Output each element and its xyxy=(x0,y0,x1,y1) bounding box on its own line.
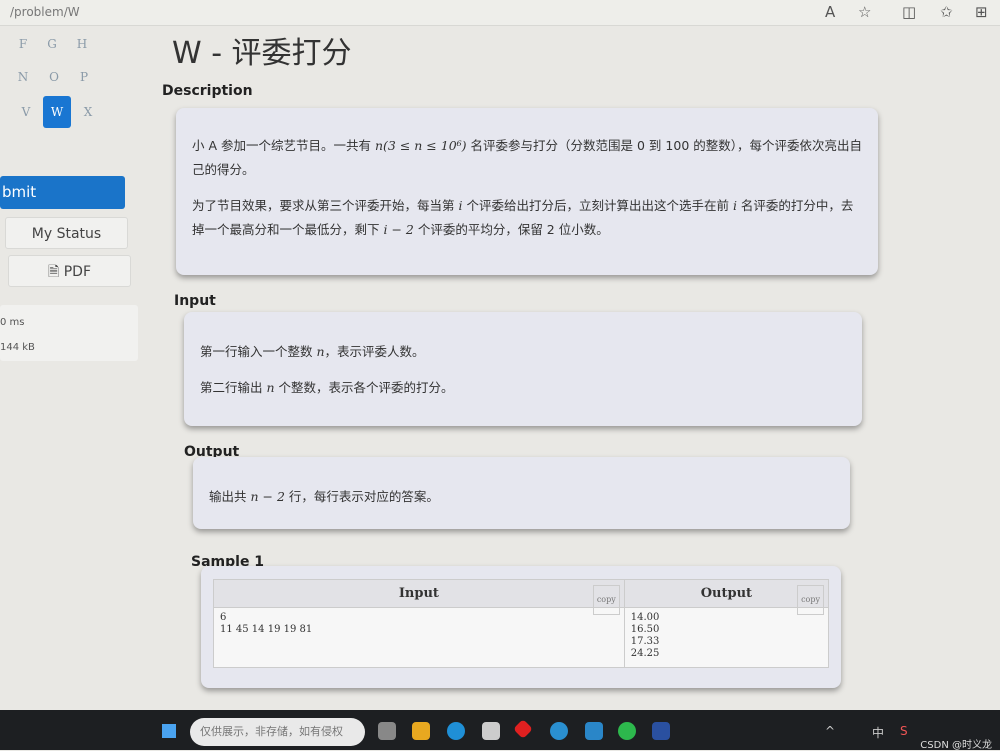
app-icon[interactable] xyxy=(378,722,396,740)
problem-link-w[interactable]: W xyxy=(43,96,71,128)
favorite-icon[interactable]: ☆ xyxy=(858,3,871,21)
problem-link-x[interactable]: X xyxy=(74,96,102,128)
taskbar-search[interactable]: 仅供展示，非存储，如有侵权 xyxy=(190,718,365,746)
store-icon[interactable] xyxy=(482,722,500,740)
pdf-label: PDF xyxy=(63,264,91,280)
watermark: CSDN @时义龙 xyxy=(920,740,992,751)
limits-panel: 0 ms 144 kB xyxy=(0,305,138,361)
app-icon[interactable] xyxy=(412,722,430,740)
memory-limit: 144 kB xyxy=(0,342,35,353)
description-paragraph-2: 为了节目效果，要求从第三个评委开始，每当第 i 个评委给出打分后，立刻计算出出这… xyxy=(192,198,854,237)
page-title: W - 评委打分 xyxy=(172,36,352,71)
sample-table: Input copy Output copy 6 11 45 14 19 19 81… xyxy=(213,579,830,668)
input-card: 第一行输入一个整数 n，表示评委人数。 第二行输出 n 个整数，表示各个评委的打… xyxy=(184,312,862,426)
edge-icon[interactable] xyxy=(447,722,465,740)
help-icon[interactable] xyxy=(550,722,568,740)
favorites-icon[interactable]: ✩ xyxy=(940,3,953,21)
copy-input-button[interactable]: copy xyxy=(592,585,620,615)
sogou-icon[interactable]: S xyxy=(900,724,908,738)
pdf-button[interactable]: 🗎 PDF xyxy=(8,255,131,287)
problem-link-g[interactable]: G xyxy=(38,28,66,60)
browser-toolbar: /problem/W A ☆ ◫ ✩ ⊞ xyxy=(0,0,1000,26)
wechat-icon[interactable] xyxy=(618,722,636,740)
sample-card: Input copy Output copy 6 11 45 14 19 19 81… xyxy=(201,566,841,688)
output-text: 输出共 n − 2 行，每行表示对应的答案。 xyxy=(209,489,439,504)
problem-link-h[interactable]: H xyxy=(68,28,96,60)
read-aloud-icon[interactable]: A xyxy=(825,3,835,21)
split-screen-icon[interactable]: ◫ xyxy=(902,3,916,21)
sample-input-header: Input copy xyxy=(213,579,625,615)
taskbar: 仅供展示，非存储，如有侵权 ^ 中 S CSDN @时义龙 xyxy=(0,710,1000,751)
problem-link-n[interactable]: N xyxy=(9,61,37,93)
app-icon[interactable] xyxy=(585,722,603,740)
start-icon[interactable] xyxy=(162,724,176,738)
output-card: 输出共 n − 2 行，每行表示对应的答案。 xyxy=(193,457,850,529)
input-heading: Input xyxy=(174,293,216,309)
collections-icon[interactable]: ⊞ xyxy=(975,3,988,21)
sample-output: 14.00 16.50 17.33 24.25 xyxy=(623,607,830,668)
sample-output-header: Output copy xyxy=(623,579,830,615)
problem-link-o[interactable]: O xyxy=(40,61,68,93)
problem-link-v[interactable]: V xyxy=(12,96,40,128)
input-line-2: 第二行输出 n 个整数，表示各个评委的打分。 xyxy=(200,380,454,395)
description-card: 小 A 参加一个综艺节目。一共有 n(3 ≤ n ≤ 10⁶) 名评委参与打分（… xyxy=(176,108,878,275)
time-limit: 0 ms xyxy=(0,317,25,328)
ime-indicator[interactable]: 中 xyxy=(872,724,884,741)
description-paragraph-1: 小 A 参加一个综艺节目。一共有 n(3 ≤ n ≤ 10⁶) 名评委参与打分（… xyxy=(192,138,862,177)
tab-title: /problem/W xyxy=(10,5,80,19)
copy-output-button[interactable]: copy xyxy=(797,585,824,615)
problem-link-p[interactable]: P xyxy=(70,61,98,93)
submit-button[interactable]: bmit xyxy=(0,176,125,209)
pdf-icon: 🗎 xyxy=(48,264,60,280)
sample-input: 6 11 45 14 19 19 81 xyxy=(213,607,625,668)
input-line-1: 第一行输入一个整数 n，表示评委人数。 xyxy=(200,344,425,359)
tray-expand-icon[interactable]: ^ xyxy=(825,724,835,738)
my-status-button[interactable]: My Status xyxy=(5,217,128,249)
app-icon[interactable] xyxy=(652,722,670,740)
problem-link-f[interactable]: F xyxy=(9,28,37,60)
app-icon[interactable] xyxy=(513,719,533,739)
description-heading: Description xyxy=(162,83,253,99)
